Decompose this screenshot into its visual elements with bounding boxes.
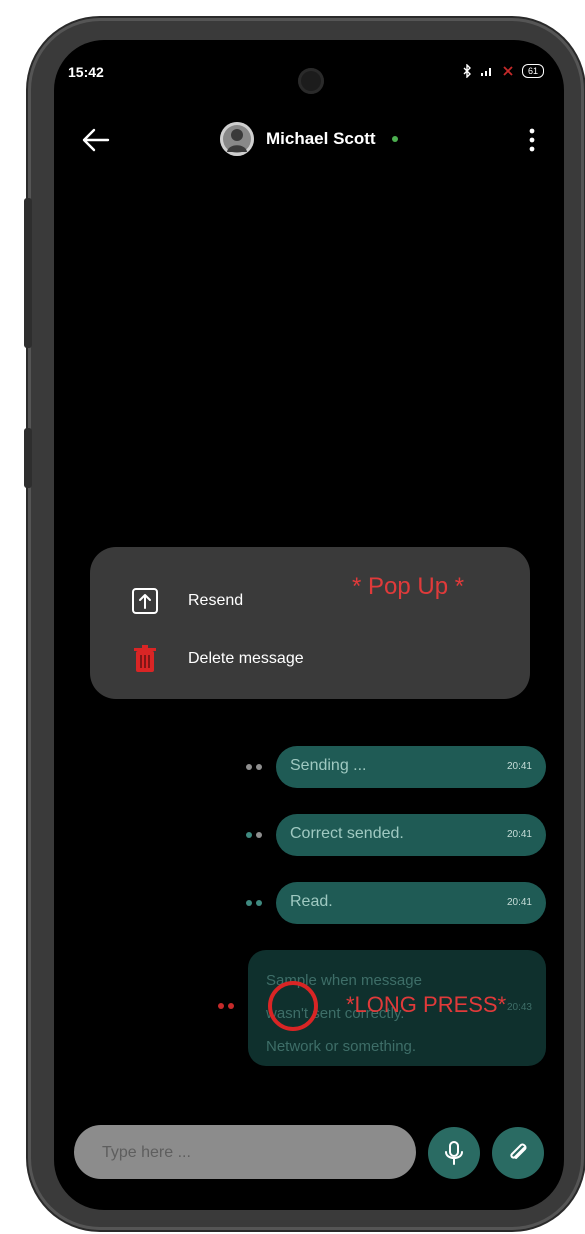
contact-name[interactable]: Michael Scott — [266, 129, 376, 149]
popup-item-delete[interactable]: Delete message — [130, 639, 430, 679]
upload-icon — [132, 588, 158, 614]
bluetooth-icon — [463, 64, 471, 78]
popup-item-label: Resend — [188, 592, 244, 609]
signal-icon — [480, 68, 491, 76]
message-time: 20:41 — [506, 829, 532, 840]
status-time: 15:42 — [68, 64, 104, 80]
chat-header: Michael Scott — [54, 114, 564, 170]
message-status-indicator — [246, 764, 262, 770]
message-status-indicator — [246, 832, 262, 838]
wifi-off-icon — [503, 66, 513, 76]
side-button-volume — [24, 198, 32, 348]
trash-icon — [134, 645, 156, 672]
message-text: Read. — [290, 893, 333, 910]
message-options-popup: * Pop Up * Resend Delete message — [90, 547, 530, 699]
long-press-annotation: *LONG PRESS* — [346, 992, 507, 1017]
message-bubble[interactable]: Read. 20:41 — [276, 882, 546, 924]
message-time: 20:43 — [506, 1002, 532, 1013]
microphone-icon — [445, 1141, 463, 1165]
message-text: Sending ... — [290, 757, 367, 774]
popup-item-resend[interactable]: Resend — [130, 581, 430, 621]
message-time: 20:41 — [506, 897, 532, 908]
more-options-button[interactable] — [522, 122, 542, 158]
status-icons: 61 — [462, 64, 544, 78]
avatar[interactable] — [220, 122, 254, 156]
long-press-indicator — [268, 981, 318, 1031]
online-status-dot — [392, 136, 398, 142]
popup-item-label: Delete message — [188, 650, 304, 667]
message-composer — [74, 1125, 416, 1179]
paperclip-icon — [510, 1143, 527, 1159]
message-input[interactable] — [100, 1139, 394, 1167]
front-camera — [298, 68, 324, 94]
battery-icon: 61 — [521, 64, 544, 78]
failed-status-indicator — [218, 1003, 234, 1009]
message-row: Correct sended. 20:41 — [54, 814, 564, 856]
message-time: 20:41 — [506, 761, 532, 772]
message-row: Read. 20:41 — [54, 882, 564, 924]
voice-message-button[interactable] — [428, 1127, 480, 1179]
more-vertical-icon — [529, 128, 535, 152]
message-bubble[interactable]: Correct sended. 20:41 — [276, 814, 546, 856]
message-bubble[interactable]: Sending ... 20:41 — [276, 746, 546, 788]
attach-button[interactable] — [492, 1127, 544, 1179]
side-button-power — [24, 428, 32, 488]
message-status-indicator — [246, 900, 262, 906]
message-text: Correct sended. — [290, 825, 404, 842]
phone-screen: 15:42 61 Michael Scott * Pop Up * Resend… — [54, 40, 564, 1210]
person-icon — [227, 129, 247, 152]
arrow-left-icon — [82, 128, 110, 152]
message-row: Sending ... 20:41 — [54, 746, 564, 788]
back-button[interactable] — [78, 122, 114, 158]
